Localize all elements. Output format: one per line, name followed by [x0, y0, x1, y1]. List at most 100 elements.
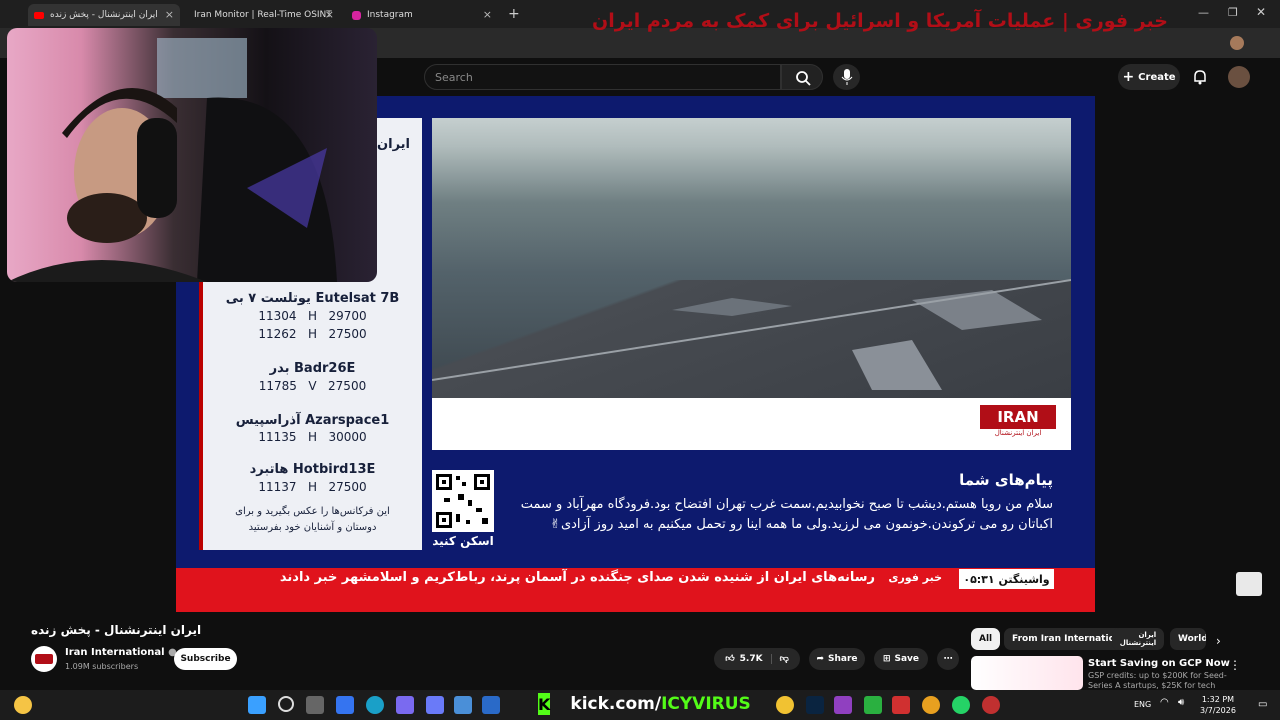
scan-label: اسکن کنید	[432, 534, 494, 548]
share-button[interactable]: ➦ Share	[809, 648, 865, 670]
minimize-button[interactable]: —	[1198, 6, 1209, 19]
kick-name: ICYVIRUS	[661, 694, 751, 714]
freq-line: 11785 V 27500	[258, 379, 367, 393]
share-icon: ➦	[816, 654, 825, 664]
search-button[interactable]	[781, 64, 823, 90]
kick-stream-overlay: K kick.com/ICYVIRUS	[538, 690, 751, 718]
chip-world[interactable]: World	[1170, 628, 1206, 650]
maximize-button[interactable]: ❐	[1228, 6, 1238, 19]
wifi-icon[interactable]: ◠	[1160, 697, 1169, 708]
plus-icon: +	[1122, 69, 1135, 85]
account-avatar[interactable]	[1228, 66, 1250, 88]
subscriber-count: 1.09M subscribers	[65, 662, 139, 671]
freq-name: بدر Badr26E	[269, 361, 356, 376]
chrome-icon[interactable]	[776, 696, 794, 714]
app-icon[interactable]	[482, 696, 500, 714]
more-icon: ⋯	[943, 654, 953, 664]
freq-line: 11137 H 27500	[258, 480, 367, 494]
whatsapp-icon[interactable]	[952, 696, 970, 714]
search-input[interactable]: Search	[424, 64, 781, 90]
logo-text: IRAN	[980, 405, 1056, 429]
app-icon[interactable]	[426, 696, 444, 714]
save-icon: ⊞	[882, 654, 891, 664]
thumbs-down-icon: 👎︎	[779, 654, 789, 664]
chip-all[interactable]: All	[971, 628, 1001, 650]
freq-name: یوتلست ۷ بی Eutelsat 7B	[225, 291, 400, 306]
clock-date: 3/7/2026	[1200, 706, 1236, 715]
logo-sub: ایران اینترنشنال	[994, 429, 1042, 437]
more-actions-button[interactable]: ⋯	[937, 648, 959, 670]
like-dislike-group: 👍︎ 5.7K 👎︎	[714, 648, 800, 670]
share-label: Share	[828, 654, 858, 664]
tab-iran-international[interactable]: ایران اینترنشنال - پخش زنده ×	[28, 4, 180, 26]
language-indicator[interactable]: ENG	[1134, 700, 1151, 709]
create-label: Create	[1138, 71, 1176, 83]
subscribe-button[interactable]: Subscribe	[174, 648, 237, 670]
tab-iran-monitor[interactable]: Iran Monitor | Real-Time OSINT ×	[188, 4, 340, 26]
profile-avatar[interactable]	[1230, 36, 1244, 50]
freq-name: هاتبرد Hotbird13E	[249, 462, 376, 477]
app-icon[interactable]	[336, 696, 354, 714]
freq-line: 11304 H 29700	[258, 309, 367, 323]
mic-button[interactable]	[833, 64, 860, 90]
close-icon[interactable]: ×	[165, 8, 174, 21]
mini-channel-icon[interactable]	[1236, 572, 1262, 596]
windows-start-icon[interactable]	[248, 696, 266, 714]
app-icon[interactable]	[396, 696, 414, 714]
video-title: ایران اینترنشنال - پخش زنده	[31, 623, 202, 637]
headline-text: خبر فوری | عملیات آمریکا و اسرائیل برای …	[592, 10, 1168, 32]
headline-banner	[432, 398, 1071, 450]
like-button[interactable]: 👍︎ 5.7K	[725, 654, 772, 664]
channel-name[interactable]: Iran International ●	[65, 647, 177, 658]
suggestion-thumbnail[interactable]	[971, 656, 1083, 690]
ticker-text: رسانه‌های ایران از شنیده شدن صدای جنگنده…	[279, 570, 875, 585]
kick-prefix: kick.com/	[570, 694, 662, 714]
app-icon[interactable]	[892, 696, 910, 714]
tab-label: Instagram	[367, 10, 413, 20]
clock-time: 1:32 PM	[1201, 695, 1235, 704]
new-tab-button[interactable]: +	[508, 6, 520, 22]
freq-note: این فرکانس‌ها را عکس بگیرید و برای دوستا…	[235, 506, 390, 533]
thumbs-up-icon: 👍︎	[725, 654, 735, 664]
app-icon[interactable]	[834, 696, 852, 714]
edge-icon[interactable]	[366, 696, 384, 714]
dislike-button[interactable]: 👎︎	[780, 654, 789, 664]
weather-icon[interactable]	[14, 696, 32, 714]
app-icon[interactable]	[454, 696, 472, 714]
chevron-right-icon[interactable]: ›	[1216, 634, 1221, 648]
mic-icon	[841, 69, 853, 85]
freq-name: آذراسپیس Azarspace1	[235, 413, 390, 428]
taskbar-search-icon[interactable]	[278, 696, 294, 712]
freq-entry: آذراسپیس Azarspace1	[203, 412, 422, 429]
close-icon[interactable]: ×	[325, 8, 334, 21]
search-icon	[796, 71, 811, 86]
notification-icon[interactable]: ▭	[1258, 699, 1267, 710]
channel-logo-mark	[35, 654, 53, 664]
chrome-active-icon[interactable]	[922, 696, 940, 714]
create-button[interactable]: + Create	[1118, 64, 1180, 90]
suggestion-menu-icon[interactable]: ⋮	[1229, 658, 1241, 672]
close-icon[interactable]: ×	[483, 8, 492, 21]
youtube-icon	[34, 11, 44, 19]
suggestion-subtitle: GSP credits: up to $200K for Seed-Series…	[1088, 671, 1227, 690]
freq-line: 11262 H 27500	[258, 327, 367, 341]
channel-avatar[interactable]	[31, 646, 57, 672]
freq-entry: بدر Badr26E	[203, 360, 422, 377]
system-clock[interactable]: 1:32 PM 3/7/2026	[1200, 694, 1236, 716]
app-icon[interactable]	[982, 696, 1000, 714]
chip-channel-persian[interactable]: ایران اینترنشنال	[1112, 628, 1164, 650]
task-view-icon[interactable]	[306, 696, 324, 714]
close-window-button[interactable]: ✕	[1256, 5, 1266, 19]
volume-icon[interactable]: 🔊︎	[1178, 697, 1184, 708]
messages-body: سلام من رویا هستم.دیشب تا صبح نخوابیدیم.…	[520, 497, 1053, 532]
photoshop-icon[interactable]	[806, 696, 824, 714]
suggestion-title[interactable]: Start Saving on GCP Now	[1088, 658, 1230, 669]
like-count: 5.7K	[739, 654, 763, 664]
app-icon[interactable]	[864, 696, 882, 714]
save-button[interactable]: ⊞ Save	[874, 648, 928, 670]
tab-instagram[interactable]: Instagram ×	[346, 4, 498, 26]
bell-icon[interactable]	[1193, 69, 1207, 85]
iran-international-logo: IRAN ایران اینترنشنال	[980, 405, 1056, 443]
ticker-time: واشینگتن ۰۵:۳۱	[959, 569, 1054, 589]
tab-label: ایران اینترنشنال - پخش زنده	[50, 10, 158, 20]
